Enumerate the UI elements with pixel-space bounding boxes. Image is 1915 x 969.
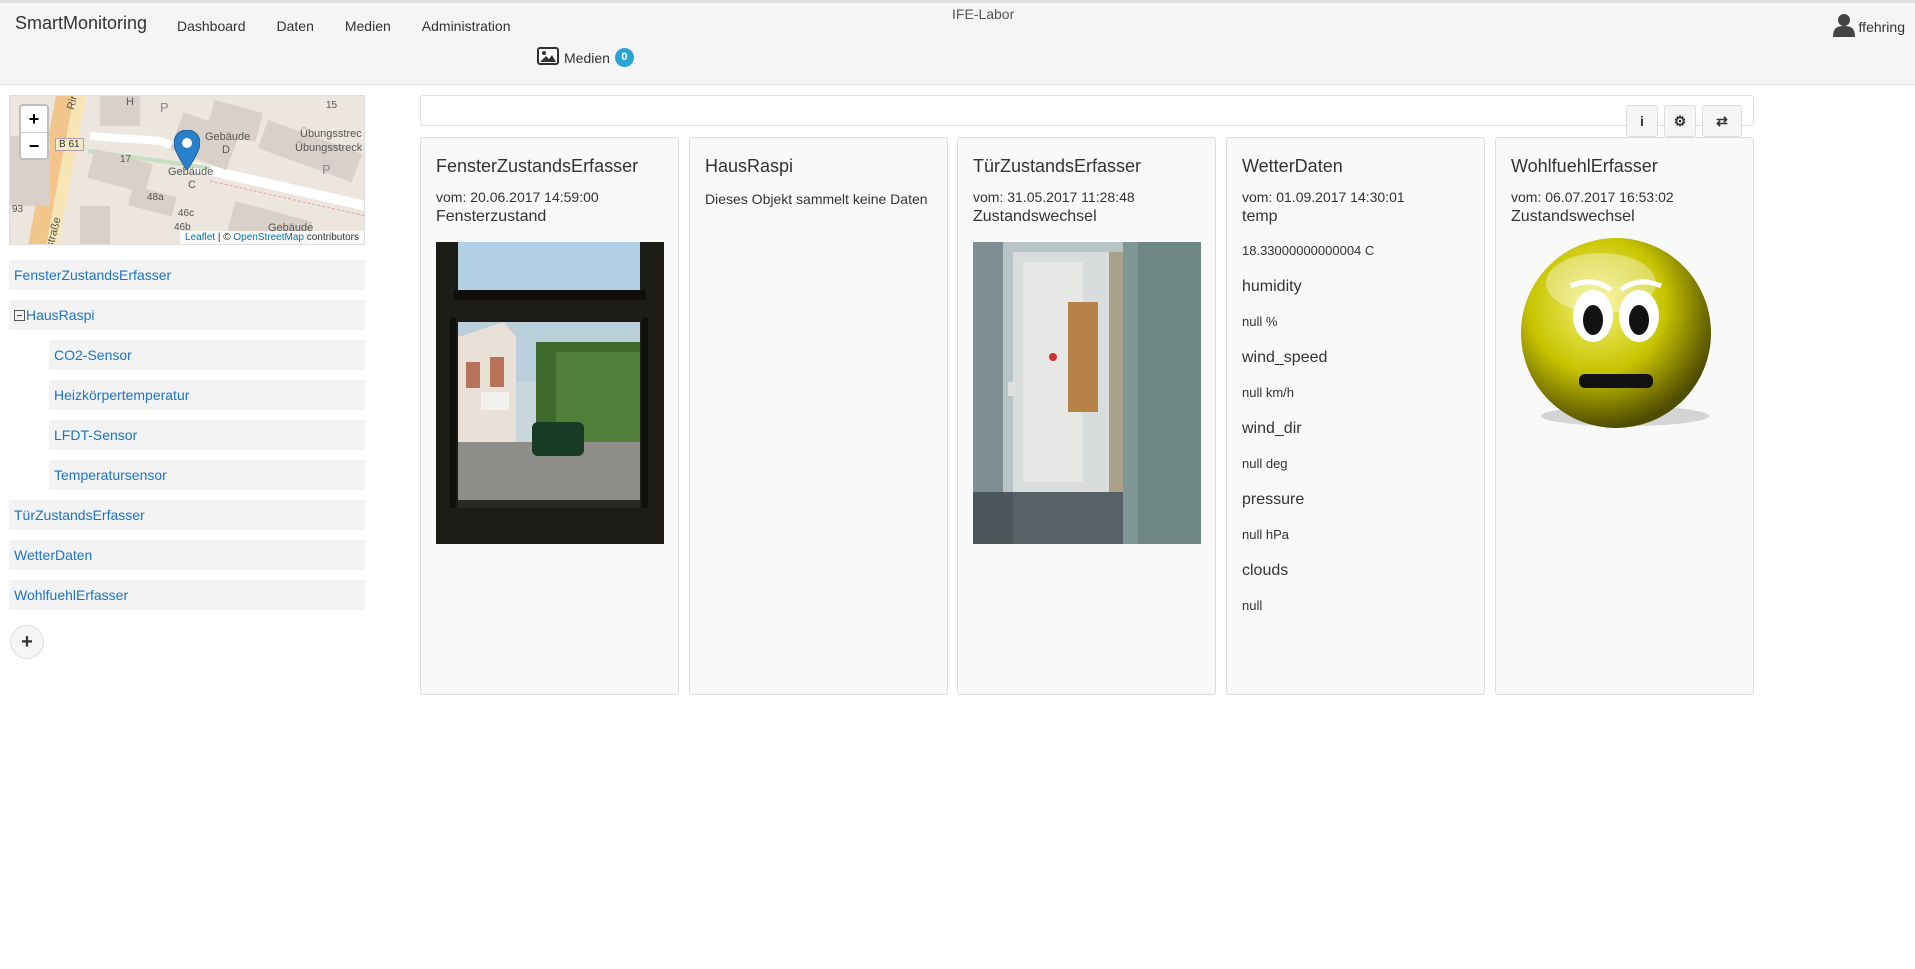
- tree-item-co2-sensor[interactable]: CO2-Sensor: [49, 340, 365, 370]
- field-value-wind-speed: null km/h: [1242, 385, 1295, 400]
- media-count-badge: 0: [614, 48, 634, 67]
- tree-item-label: HausRaspi: [26, 307, 95, 323]
- swap-button[interactable]: ⇄: [1702, 105, 1742, 137]
- tree-item-label: Temperatursensor: [54, 467, 167, 483]
- card-fensterzustandserfasser: FensterZustandsErfasser vom: 20.06.2017 …: [420, 137, 679, 695]
- card-title: WohlfuehlErfasser: [1511, 156, 1658, 176]
- card-subtitle: Zustandswechsel: [973, 208, 1097, 225]
- map-label: Übungsstreck: [295, 142, 363, 154]
- map-label: 48a: [147, 192, 164, 203]
- map-label: 46c: [178, 208, 195, 219]
- no-data-message: Dieses Objekt sammelt keine Daten: [705, 191, 928, 207]
- tree-item-label: Heizkörpertemperatur: [54, 387, 190, 403]
- zoom-in-button[interactable]: +: [21, 106, 47, 132]
- leaflet-link[interactable]: Leaflet: [185, 232, 215, 243]
- tree-item-tuerzustandserfasser[interactable]: TürZustandsErfasser: [9, 500, 365, 530]
- card-wetterdaten: WetterDaten vom: 01.09.2017 14:30:01 tem…: [1226, 137, 1485, 695]
- osm-link[interactable]: OpenStreetMap: [233, 232, 304, 243]
- card-title: HausRaspi: [705, 156, 794, 176]
- tree-item-wetterdaten[interactable]: WetterDaten: [9, 540, 365, 570]
- map-label: 93: [12, 204, 24, 215]
- zoom-control: + −: [19, 104, 49, 160]
- user-menu[interactable]: ffehring: [1832, 13, 1905, 40]
- zoom-out-button[interactable]: −: [21, 132, 47, 158]
- filter-bar[interactable]: [420, 95, 1754, 126]
- top-navbar: SmartMonitoring Dashboard Daten Medien A…: [0, 0, 1915, 85]
- parking-icon: P: [322, 162, 331, 177]
- field-label-temp: temp: [1242, 208, 1278, 225]
- tree-item-label: CO2-Sensor: [54, 347, 132, 363]
- tree-item-fensterzustandserfasser[interactable]: FensterZustandsErfasser: [9, 260, 365, 290]
- map-label: Übungsstrec: [300, 128, 362, 140]
- tree-item-label: TürZustandsErfasser: [14, 507, 145, 523]
- card-hausraspi: HausRaspi Dieses Objekt sammelt keine Da…: [689, 137, 948, 695]
- card-title: TürZustandsErfasser: [973, 156, 1142, 176]
- map-label: Gebäude: [205, 131, 251, 143]
- nav-administration[interactable]: Administration: [422, 18, 511, 34]
- field-label-humidity: humidity: [1242, 278, 1302, 295]
- neutral-face-icon[interactable]: [1521, 238, 1738, 443]
- map-attribution: Leaflet | © OpenStreetMap contributors: [180, 231, 364, 244]
- tree-item-temperatursensor[interactable]: Temperatursensor: [49, 460, 365, 490]
- object-tree: FensterZustandsErfasser HausRaspi CO2-Se…: [9, 260, 365, 620]
- card-title: FensterZustandsErfasser: [436, 156, 639, 176]
- media-label: Medien: [564, 49, 610, 66]
- attribution-separator: | ©: [215, 232, 234, 243]
- nav-medien[interactable]: Medien: [345, 18, 391, 34]
- info-button[interactable]: i: [1626, 105, 1658, 137]
- tree-item-label: FensterZustandsErfasser: [14, 267, 172, 283]
- settings-button[interactable]: ⚙: [1664, 105, 1696, 137]
- map-label: H: [126, 96, 134, 108]
- field-value-humidity: null %: [1242, 314, 1278, 329]
- field-value-clouds: null: [1242, 598, 1263, 613]
- card-wohlfuehlerfasser: WohlfuehlErfasser vom: 06.07.2017 16:53:…: [1495, 137, 1754, 695]
- tree-item-wohlfuehlerfasser[interactable]: WohlfuehlErfasser: [9, 580, 365, 610]
- image-icon: [537, 47, 559, 68]
- door-photo[interactable]: [973, 242, 1201, 544]
- field-label-wind-speed: wind_speed: [1242, 349, 1328, 366]
- card-subtitle: Zustandswechsel: [1511, 208, 1635, 225]
- main-nav: Dashboard Daten Medien Administration: [177, 18, 510, 34]
- field-label-wind-dir: wind_dir: [1242, 420, 1302, 437]
- brand-logo[interactable]: SmartMonitoring: [15, 13, 147, 34]
- page-title: IFE-Labor: [952, 6, 1015, 22]
- map-label: 15: [326, 100, 338, 111]
- tree-item-label: WetterDaten: [14, 547, 93, 563]
- card-date: vom: 20.06.2017 14:59:00: [436, 189, 599, 205]
- user-icon: [1832, 13, 1855, 40]
- tree-item-label: WohlfuehlErfasser: [14, 587, 129, 603]
- field-value-wind-dir: null deg: [1242, 456, 1288, 471]
- map-label: 17: [120, 154, 132, 165]
- map-view[interactable]: H P 15 Gebäude D Übungsstrec Übungsstrec…: [9, 95, 365, 245]
- tree-item-label: LFDT-Sensor: [54, 427, 138, 443]
- nav-dashboard[interactable]: Dashboard: [177, 18, 246, 34]
- window-photo[interactable]: [436, 242, 664, 544]
- road-shield: B 61: [55, 138, 84, 151]
- field-label-pressure: pressure: [1242, 491, 1305, 508]
- field-value-temp: 18.33000000000004 C: [1242, 243, 1375, 258]
- card-subtitle: Fensterzustand: [436, 208, 547, 225]
- field-value-pressure: null hPa: [1242, 527, 1289, 542]
- username: ffehring: [1858, 18, 1905, 35]
- map-label: C: [188, 179, 196, 191]
- card-date: vom: 06.07.2017 16:53:02: [1511, 189, 1674, 205]
- add-object-button[interactable]: +: [10, 625, 44, 659]
- field-label-clouds: clouds: [1242, 562, 1289, 579]
- tree-item-heizkoerpertemperatur[interactable]: Heizkörpertemperatur: [49, 380, 365, 410]
- map-marker-icon[interactable]: [173, 129, 201, 175]
- map-label: D: [222, 144, 230, 156]
- card-date: vom: 31.05.2017 11:28:48: [973, 189, 1135, 205]
- tree-item-lfdt-sensor[interactable]: LFDT-Sensor: [49, 420, 365, 450]
- media-button[interactable]: Medien 0: [537, 47, 634, 68]
- attribution-tail: contributors: [303, 232, 359, 243]
- card-title: WetterDaten: [1242, 156, 1343, 176]
- tree-item-hausraspi[interactable]: HausRaspi: [9, 300, 365, 330]
- card-tuerzustandserfasser: TürZustandsErfasser vom: 31.05.2017 11:2…: [957, 137, 1216, 695]
- card-date: vom: 01.09.2017 14:30:01: [1242, 189, 1405, 205]
- collapse-icon[interactable]: [14, 310, 25, 321]
- nav-daten[interactable]: Daten: [277, 18, 314, 34]
- card-toolbar: i ⚙ ⇄: [1626, 105, 1742, 137]
- parking-icon: P: [160, 100, 169, 115]
